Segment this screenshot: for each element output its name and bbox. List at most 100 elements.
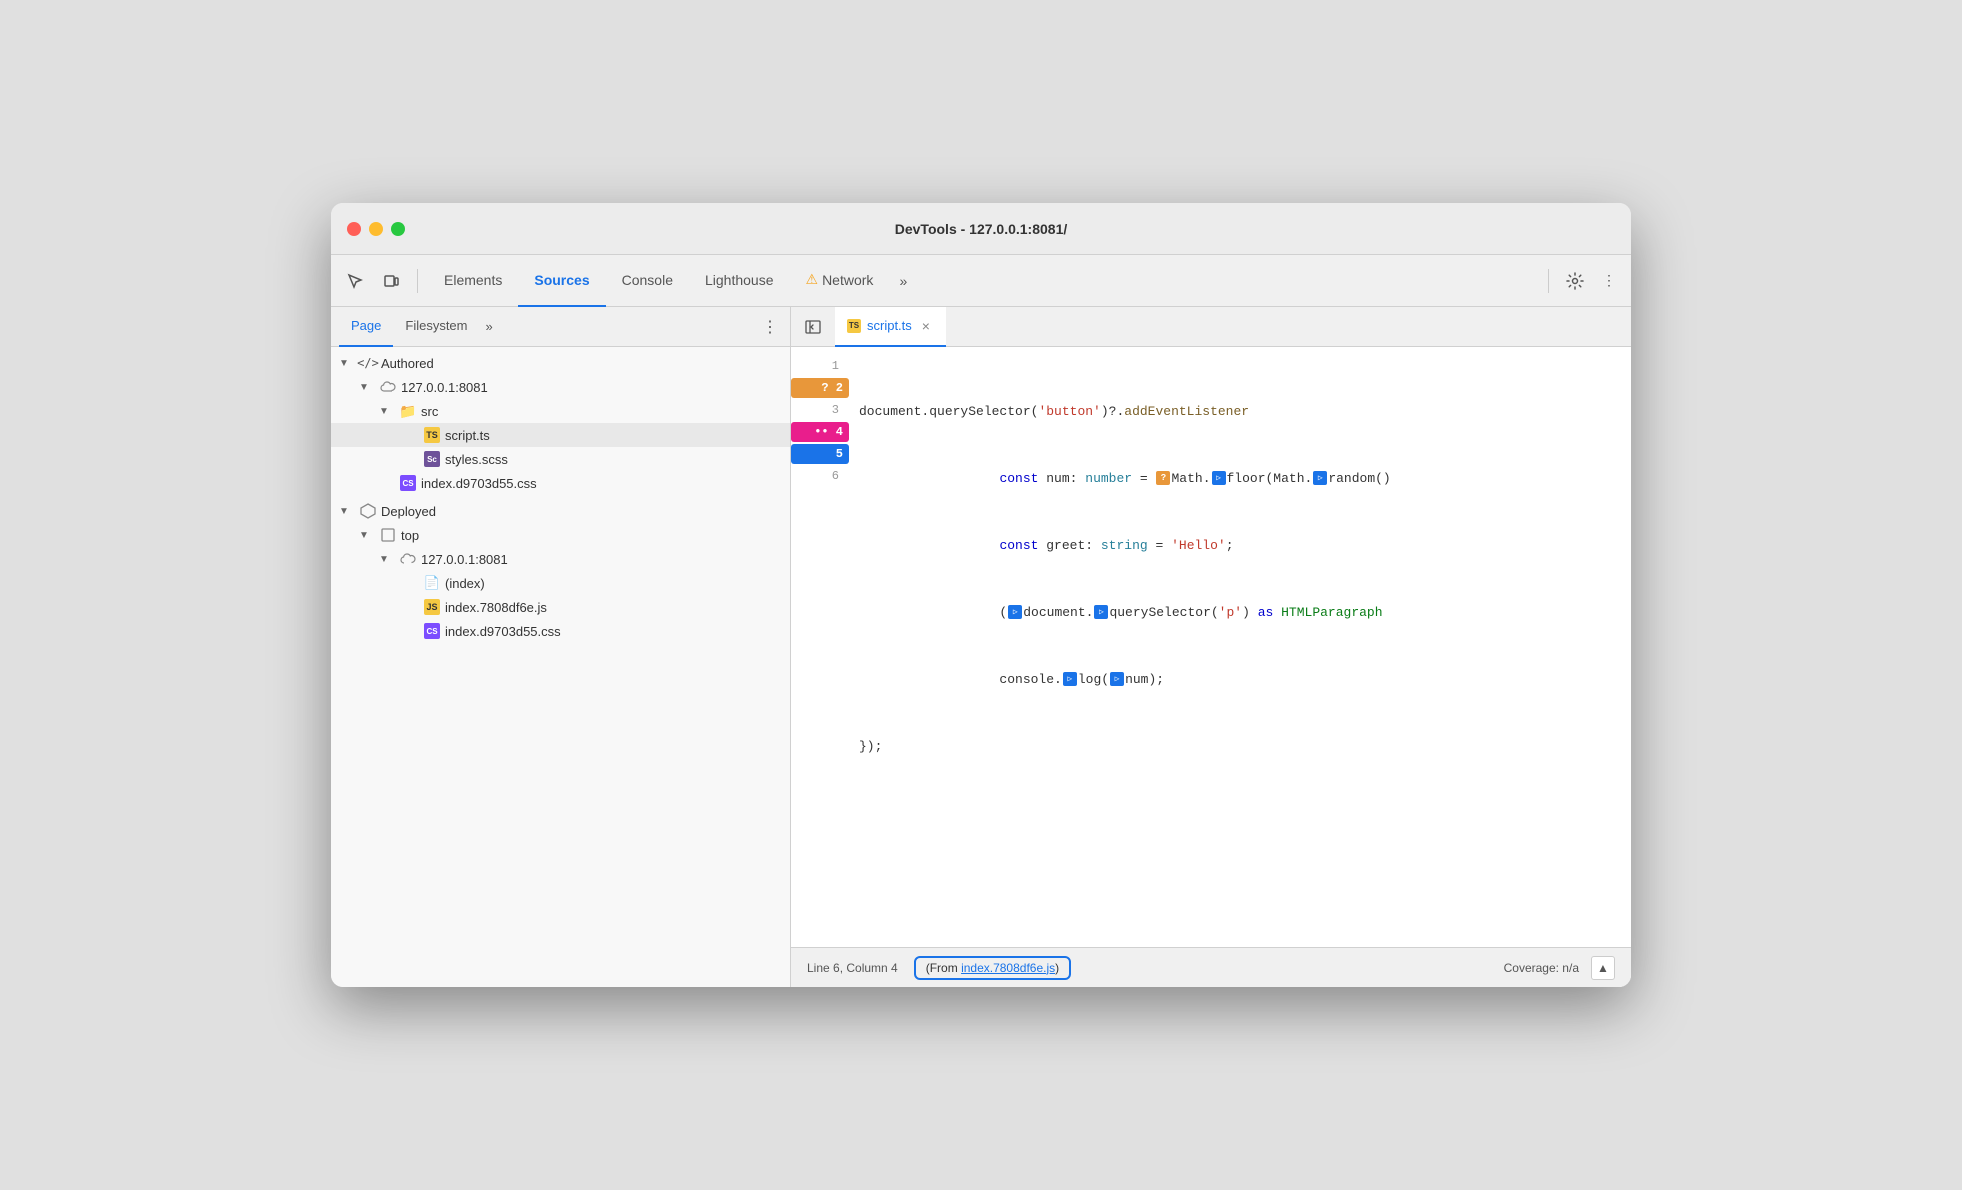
tree-item-label: Deployed	[381, 504, 436, 519]
source-map-link[interactable]: index.7808df6e.js	[961, 961, 1055, 975]
tree-deployed[interactable]: ▼ Deployed	[331, 499, 790, 523]
tree-item-label: src	[421, 404, 438, 419]
minimize-button[interactable]	[369, 222, 383, 236]
warning-icon: ⚠	[806, 271, 819, 288]
code-line-3: const greet: string = 'Hello';	[859, 534, 1631, 556]
code-line-1: document.querySelector('button')?.addEve…	[859, 400, 1631, 422]
toolbar-right: ⋮	[1542, 265, 1623, 297]
sub-tab-more-button[interactable]: »	[480, 315, 499, 338]
scss-file-icon: Sc	[423, 450, 441, 468]
line-numbers: 1 ? 2 3 •• 4 5	[791, 347, 851, 947]
tree-index-page[interactable]: 📄 (index)	[331, 571, 790, 595]
tab-lighthouse[interactable]: Lighthouse	[689, 255, 790, 307]
tree-top-folder[interactable]: ▼ top	[331, 523, 790, 547]
css-file-icon-2: CS	[423, 622, 441, 640]
inspect-element-button[interactable]	[339, 265, 371, 297]
tree-authored[interactable]: ▼ </> Authored	[331, 351, 790, 375]
breakpoint-badge-blue: 5	[791, 444, 849, 464]
tree-styles-scss[interactable]: Sc styles.scss	[331, 447, 790, 471]
source-map-indicator[interactable]: (From index.7808df6e.js)	[914, 956, 1071, 980]
sub-panel-menu-button[interactable]: ⋮	[758, 313, 782, 341]
ts-tab-icon: TS	[847, 319, 861, 333]
css-file-icon: CS	[399, 474, 417, 492]
folder-icon: 📁	[399, 402, 417, 420]
coverage-drawer-button[interactable]: ▲	[1591, 956, 1615, 980]
type-question-badge: ?	[1156, 471, 1170, 485]
devtools-window: DevTools - 127.0.0.1:8081/ Elements Sour…	[331, 203, 1631, 987]
breakpoint-badge-pink: •• 4	[791, 422, 849, 442]
tree-arrow: ▼	[359, 382, 375, 393]
tree-item-label: 127.0.0.1:8081	[421, 552, 508, 567]
code-line-6: });	[859, 735, 1631, 757]
cursor-position: Line 6, Column 4	[807, 961, 898, 975]
toolbar-divider	[417, 269, 418, 293]
tree-item-label: 127.0.0.1:8081	[401, 380, 488, 395]
editor-tabs: TS script.ts ×	[791, 307, 1631, 347]
coverage-label: Coverage: n/a	[1504, 961, 1579, 975]
line-num-4[interactable]: •• 4	[791, 421, 851, 443]
sidebar-toggle-button[interactable]	[799, 313, 827, 341]
tree-item-label: script.ts	[445, 428, 490, 443]
tree-index-css[interactable]: CS index.d9703d55.css	[331, 471, 790, 495]
status-bar: Line 6, Column 4 (From index.7808df6e.js…	[791, 947, 1631, 987]
tree-item-label: index.7808df6e.js	[445, 600, 547, 615]
sub-tab-page[interactable]: Page	[339, 307, 393, 347]
line-num-2[interactable]: ? 2	[791, 377, 851, 399]
main-content: Page Filesystem » ⋮ ▼ </> Authored ▼	[331, 307, 1631, 987]
tree-arrow: ▼	[379, 406, 395, 417]
cloud-icon	[379, 378, 397, 396]
file-tree: ▼ </> Authored ▼ 127.0.0.1:8081 ▼ 📁 src	[331, 347, 790, 987]
code-line-5: console.▷log(▷num);	[859, 668, 1631, 690]
tab-elements[interactable]: Elements	[428, 255, 518, 307]
editor-tab-script-ts[interactable]: TS script.ts ×	[835, 307, 946, 347]
tree-arrow: ▼	[339, 358, 355, 369]
tab-sources[interactable]: Sources	[518, 255, 605, 307]
code-line-2: const num: number = ?Math.▷floor(Math.▷r…	[859, 467, 1631, 489]
line-num-1: 1	[791, 355, 851, 377]
left-panel: Page Filesystem » ⋮ ▼ </> Authored ▼	[331, 307, 791, 987]
tree-item-label: index.d9703d55.css	[421, 476, 537, 491]
tree-index-css2[interactable]: CS index.d9703d55.css	[331, 619, 790, 643]
tree-index-js[interactable]: JS index.7808df6e.js	[331, 595, 790, 619]
tree-server-deployed[interactable]: ▼ 127.0.0.1:8081	[331, 547, 790, 571]
tree-item-label: styles.scss	[445, 452, 508, 467]
generic-file-icon: 📄	[423, 574, 441, 592]
tab-navigation: Elements Sources Console Lighthouse ⚠ Ne…	[428, 255, 1538, 307]
more-tabs-button[interactable]: »	[889, 267, 917, 295]
tree-item-label: index.d9703d55.css	[445, 624, 561, 639]
code-editor: 1 ? 2 3 •• 4 5	[791, 347, 1631, 947]
editor-tab-label: script.ts	[867, 318, 912, 333]
editor-tab-close-button[interactable]: ×	[918, 318, 934, 334]
tree-arrow: ▼	[339, 506, 355, 517]
tree-arrow: ▼	[359, 530, 375, 541]
line-num-5[interactable]: 5	[791, 443, 851, 465]
tab-network[interactable]: ⚠ Network	[790, 255, 890, 307]
tree-item-label: Authored	[381, 356, 434, 371]
deployed-icon	[359, 502, 377, 520]
tree-src-folder[interactable]: ▼ 📁 src	[331, 399, 790, 423]
device-mode-button[interactable]	[375, 265, 407, 297]
type-arrow-badge: ▷	[1212, 471, 1226, 485]
code-icon: </>	[359, 354, 377, 372]
line-num-3: 3	[791, 399, 851, 421]
more-menu-button[interactable]: ⋮	[1595, 267, 1623, 295]
sub-tab-filesystem[interactable]: Filesystem	[393, 307, 479, 347]
type-arrow-badge-2: ▷	[1313, 471, 1327, 485]
type-arrow-badge-5: ▷	[1063, 672, 1077, 686]
js-file-icon: JS	[423, 598, 441, 616]
tree-script-ts[interactable]: TS script.ts	[331, 423, 790, 447]
type-arrow-badge-3: ▷	[1008, 605, 1022, 619]
tab-console[interactable]: Console	[606, 255, 689, 307]
code-content[interactable]: document.querySelector('button')?.addEve…	[851, 347, 1631, 947]
settings-button[interactable]	[1559, 265, 1591, 297]
tree-server-authored[interactable]: ▼ 127.0.0.1:8081	[331, 375, 790, 399]
tree-arrow: ▼	[379, 554, 395, 565]
window-title: DevTools - 127.0.0.1:8081/	[895, 221, 1068, 237]
breakpoint-badge-orange: ? 2	[791, 378, 849, 398]
sub-tabs: Page Filesystem » ⋮	[331, 307, 790, 347]
fullscreen-button[interactable]	[391, 222, 405, 236]
right-panel: TS script.ts × 1 ? 2	[791, 307, 1631, 987]
main-toolbar: Elements Sources Console Lighthouse ⚠ Ne…	[331, 255, 1631, 307]
close-button[interactable]	[347, 222, 361, 236]
type-arrow-badge-6: ▷	[1110, 672, 1124, 686]
